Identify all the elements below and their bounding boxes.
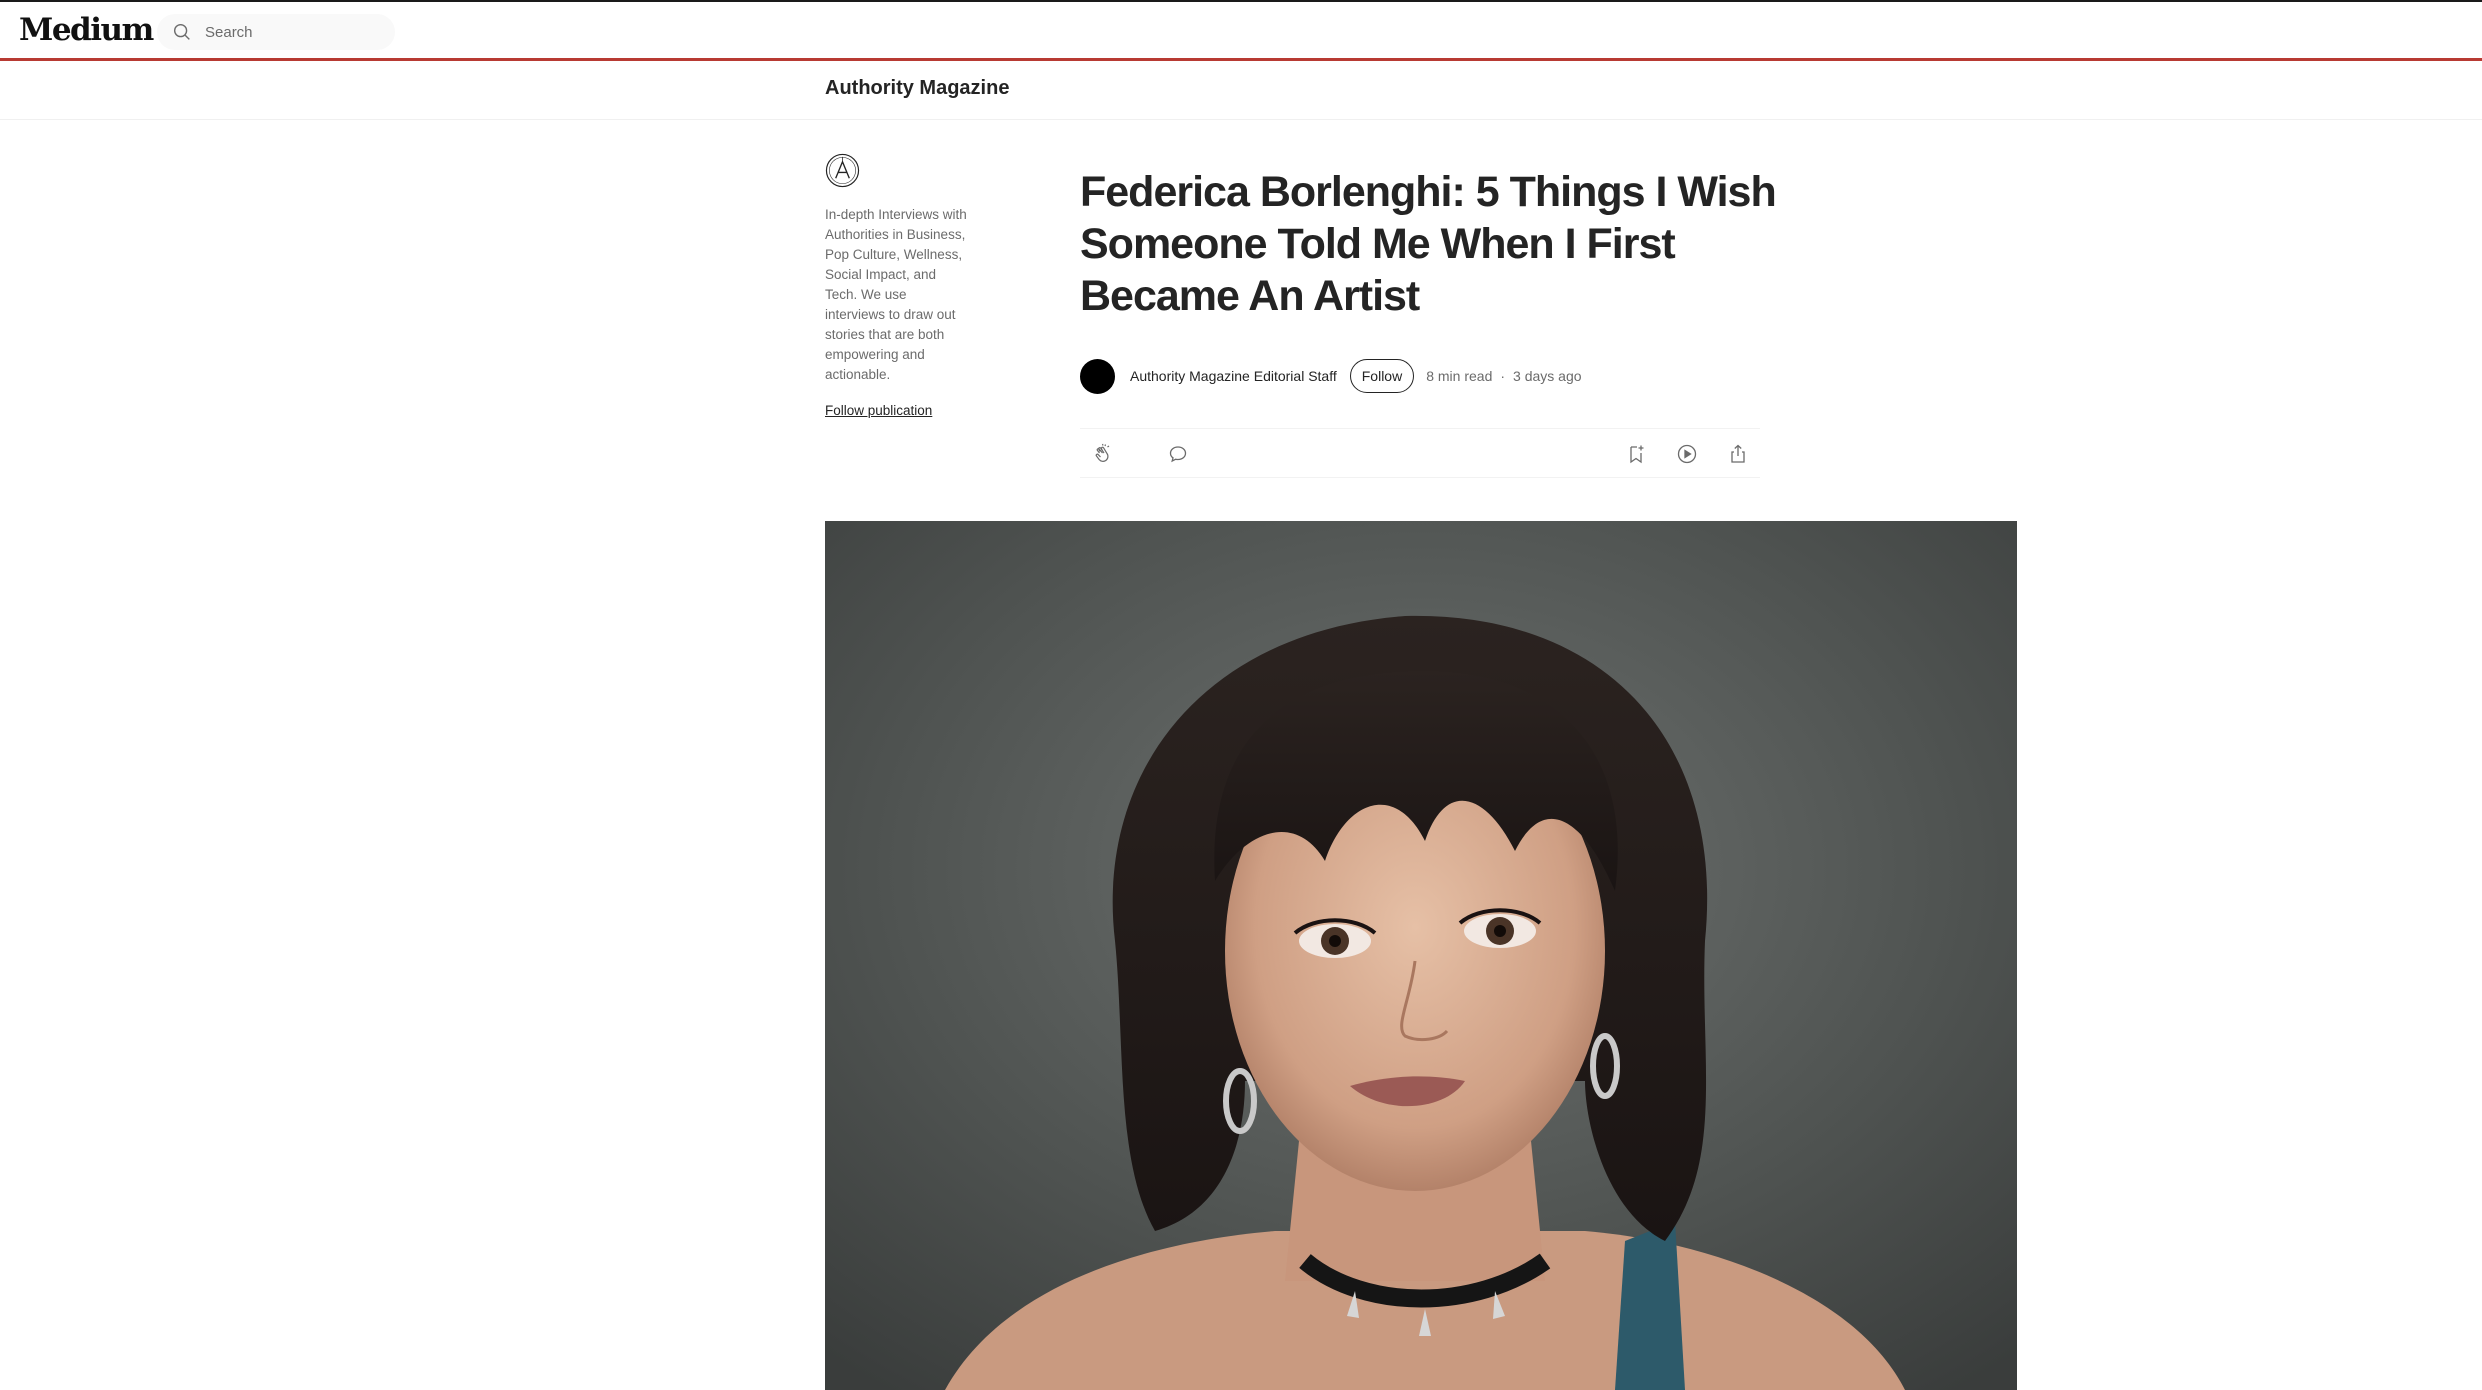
top-navbar: Medium bbox=[0, 0, 2482, 61]
meta-separator: · bbox=[1500, 368, 1506, 384]
follow-author-button[interactable]: Follow bbox=[1349, 359, 1415, 393]
follow-publication-link[interactable]: Follow publication bbox=[825, 403, 932, 418]
article-hero-image bbox=[825, 521, 2017, 1390]
publication-bar: Authority Magazine bbox=[0, 63, 2482, 120]
search-input[interactable] bbox=[203, 22, 373, 42]
author-name[interactable]: Authority Magazine Editorial Staff bbox=[1130, 368, 1337, 384]
read-time: 8 min read bbox=[1426, 368, 1493, 384]
comment-button[interactable] bbox=[1166, 442, 1190, 466]
clap-button[interactable] bbox=[1092, 442, 1116, 466]
publication-name[interactable]: Authority Magazine bbox=[825, 77, 1009, 100]
search-box[interactable] bbox=[157, 14, 395, 50]
clap-icon bbox=[1095, 443, 1110, 462]
share-button[interactable] bbox=[1726, 442, 1750, 466]
medium-logo[interactable]: Medium bbox=[19, 12, 154, 48]
bookmark-add-icon bbox=[1630, 445, 1644, 464]
authority-magazine-logo-icon[interactable] bbox=[825, 153, 860, 188]
portrait-photo bbox=[825, 521, 2017, 1390]
published-date: 3 days ago bbox=[1513, 368, 1582, 384]
comment-icon bbox=[1169, 446, 1187, 463]
share-icon bbox=[1731, 444, 1745, 463]
play-icon bbox=[1677, 444, 1697, 464]
article-action-bar bbox=[1080, 428, 1760, 478]
byline: Authority Magazine Editorial Staff Follo… bbox=[1080, 358, 1582, 394]
search-icon bbox=[173, 23, 190, 40]
author-avatar[interactable] bbox=[1080, 358, 1115, 394]
article-title: Federica Borlenghi: 5 Things I Wish Some… bbox=[1080, 168, 1777, 320]
listen-button[interactable] bbox=[1675, 442, 1699, 466]
save-button[interactable] bbox=[1624, 442, 1648, 466]
publication-description: In-depth Interviews with Authorities in … bbox=[825, 207, 967, 382]
